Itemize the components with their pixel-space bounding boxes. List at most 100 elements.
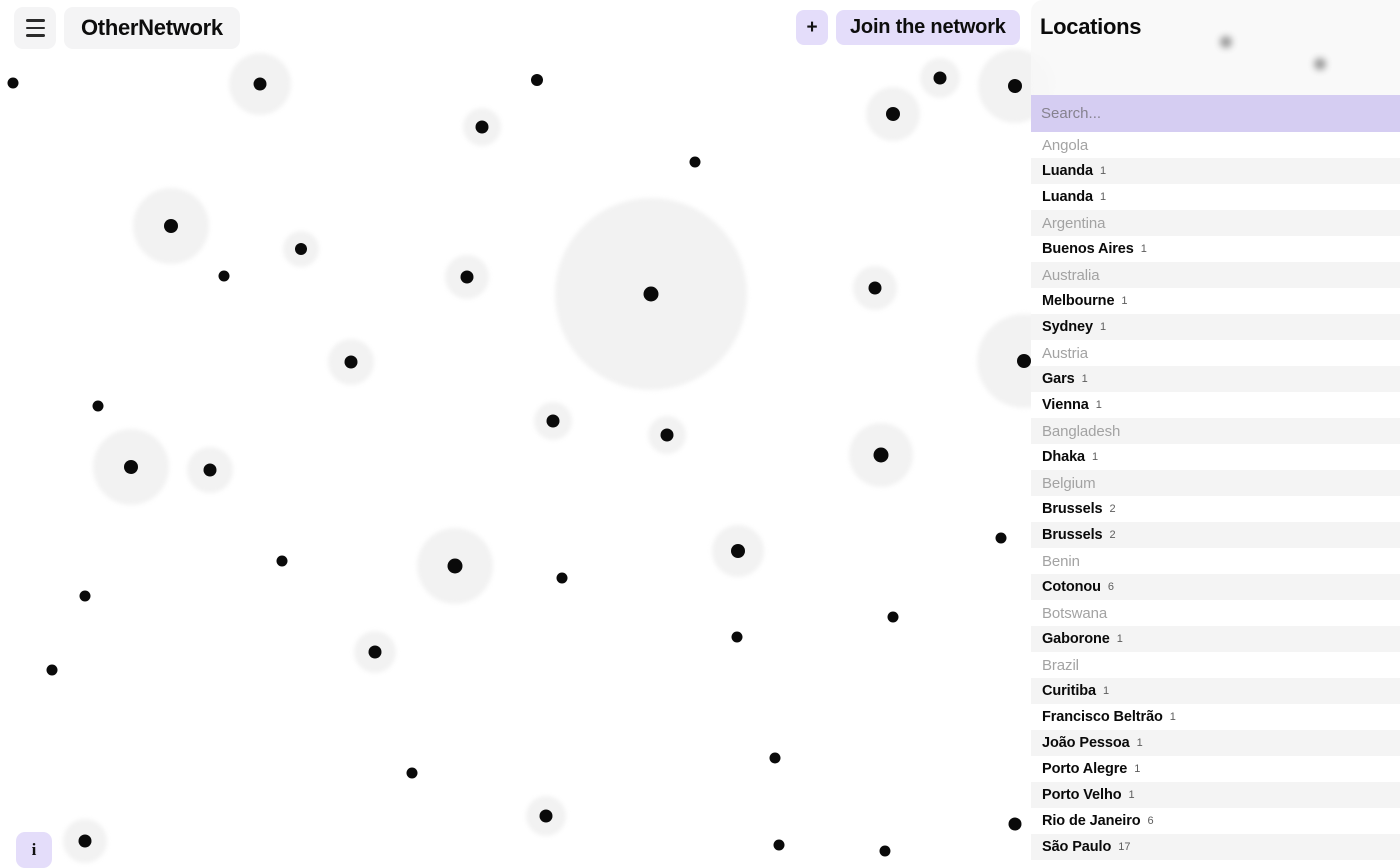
country-group-header: Austria	[1031, 340, 1400, 366]
network-node-dot	[773, 839, 785, 851]
city-count-badge: 1	[1092, 451, 1099, 463]
city-list-item[interactable]: Luanda 1	[1031, 158, 1400, 184]
network-node-dot	[1008, 79, 1022, 93]
network-node-dot	[873, 447, 889, 463]
network-node-dot	[253, 77, 267, 91]
city-list-item[interactable]: Francisco Beltrão 1	[1031, 704, 1400, 730]
network-node-dot	[660, 428, 674, 442]
city-list-item[interactable]: Luanda 1	[1031, 184, 1400, 210]
city-count-badge: 2	[1109, 503, 1116, 515]
city-list-item[interactable]: Rio de Janeiro 6	[1031, 808, 1400, 834]
country-group-header: Belgium	[1031, 470, 1400, 496]
city-label: Luanda	[1042, 163, 1093, 179]
hamburger-bar	[25, 26, 45, 30]
network-node-dot	[769, 752, 781, 764]
city-label: Vienna	[1042, 397, 1089, 413]
city-list-item[interactable]: Vienna 1	[1031, 392, 1400, 418]
city-label: Porto Velho	[1042, 787, 1122, 803]
city-list-item[interactable]: Cotonou 6	[1031, 574, 1400, 600]
country-label: Australia	[1042, 266, 1100, 284]
network-node-dot	[933, 71, 947, 85]
city-list-item[interactable]: Sydney 1	[1031, 314, 1400, 340]
blurred-background-node	[1220, 36, 1232, 48]
network-node-dot	[868, 281, 882, 295]
city-count-badge: 1	[1140, 243, 1147, 255]
city-list-item[interactable]: Curitiba 1	[1031, 678, 1400, 704]
network-node-dot	[164, 219, 178, 233]
country-group-header: Benin	[1031, 548, 1400, 574]
add-plus-icon[interactable]: +	[796, 10, 828, 45]
country-label: Benin	[1042, 552, 1080, 570]
city-list-item[interactable]: Brussels 2	[1031, 496, 1400, 522]
hamburger-bar	[25, 19, 45, 22]
locations-sidebar: Locations Angola Luanda 1 Luanda 1 Argentina B…	[1031, 0, 1400, 868]
city-list-item[interactable]: Melbourne 1	[1031, 288, 1400, 314]
country-label: Angola	[1042, 136, 1089, 154]
network-node-dot	[344, 355, 358, 369]
country-group-header: Bangladesh	[1031, 418, 1400, 444]
blurred-background-node	[1314, 58, 1326, 70]
country-group-header: Australia	[1031, 262, 1400, 288]
city-label: Dhaka	[1042, 449, 1086, 465]
city-count-badge: 2	[1109, 529, 1116, 541]
city-label: Brussels	[1042, 527, 1103, 543]
country-group-header: Argentina	[1031, 210, 1400, 236]
network-node-dot	[46, 664, 58, 676]
network-node-dot	[731, 544, 745, 558]
city-list-item[interactable]: Porto Alegre 1	[1031, 756, 1400, 782]
network-node-dot	[78, 834, 92, 848]
city-list-item[interactable]: João Pessoa 1	[1031, 730, 1400, 756]
city-label: São Paulo	[1042, 839, 1112, 855]
network-node-dot	[887, 611, 899, 623]
network-node-dot	[79, 590, 91, 602]
city-label: João Pessoa	[1042, 735, 1130, 751]
city-label: Buenos Aires	[1042, 241, 1134, 257]
city-count-badge: 1	[1099, 191, 1107, 203]
search-input[interactable]	[1031, 95, 1400, 132]
city-count-badge: 1	[1121, 295, 1128, 307]
country-group-header: Angola	[1031, 132, 1400, 158]
join-the-network-button[interactable]: Join the network	[836, 10, 1020, 45]
city-list-item[interactable]: Buenos Aires 1	[1031, 236, 1400, 262]
network-node-dot	[295, 243, 307, 255]
network-node-dot	[460, 270, 474, 284]
network-node-dot	[475, 120, 489, 134]
topbar-left-cluster: OtherNetwork	[14, 7, 240, 49]
network-node-dot	[92, 400, 104, 412]
network-node-dot	[406, 767, 418, 779]
city-list-item[interactable]: Dhaka 1	[1031, 444, 1400, 470]
city-list-item[interactable]: Gars 1	[1031, 366, 1400, 392]
country-label: Botswana	[1042, 604, 1108, 622]
locations-header: Locations	[1031, 0, 1400, 95]
network-node-dot	[447, 558, 463, 574]
network-node-dot	[643, 286, 659, 302]
country-label: Argentina	[1042, 214, 1106, 232]
city-label: Melbourne	[1042, 293, 1115, 309]
country-label: Belgium	[1042, 474, 1096, 492]
city-count-badge: 1	[1102, 685, 1110, 697]
city-count-badge: 17	[1118, 841, 1131, 853]
network-node-dot	[531, 74, 543, 86]
network-node-dot	[1017, 354, 1031, 368]
network-node-dot	[124, 460, 138, 474]
network-node-dot	[886, 107, 900, 121]
country-group-header: Brazil	[1031, 652, 1400, 678]
city-count-badge: 1	[1099, 165, 1107, 177]
city-label: Brussels	[1042, 501, 1103, 517]
hamburger-menu-icon[interactable]	[14, 7, 56, 49]
network-node-dot	[218, 270, 230, 282]
city-count-badge: 1	[1081, 373, 1088, 385]
brand-title[interactable]: OtherNetwork	[64, 7, 240, 49]
application-root: OtherNetwork + Join the network i Locati…	[0, 0, 1400, 868]
page-title: Locations	[1040, 14, 1142, 39]
network-node-dot	[546, 414, 560, 428]
city-label: Sydney	[1042, 319, 1093, 335]
city-label: Rio de Janeiro	[1042, 813, 1141, 829]
city-list-item[interactable]: Porto Velho 1	[1031, 782, 1400, 808]
city-count-badge: 1	[1136, 737, 1143, 749]
city-list-item[interactable]: Gaborone 1	[1031, 626, 1400, 652]
city-list-item[interactable]: São Paulo 17	[1031, 834, 1400, 860]
locations-list[interactable]: Angola Luanda 1 Luanda 1 Argentina Buenos Aire…	[1031, 132, 1400, 868]
info-icon[interactable]: i	[16, 832, 52, 868]
city-list-item[interactable]: Brussels 2	[1031, 522, 1400, 548]
